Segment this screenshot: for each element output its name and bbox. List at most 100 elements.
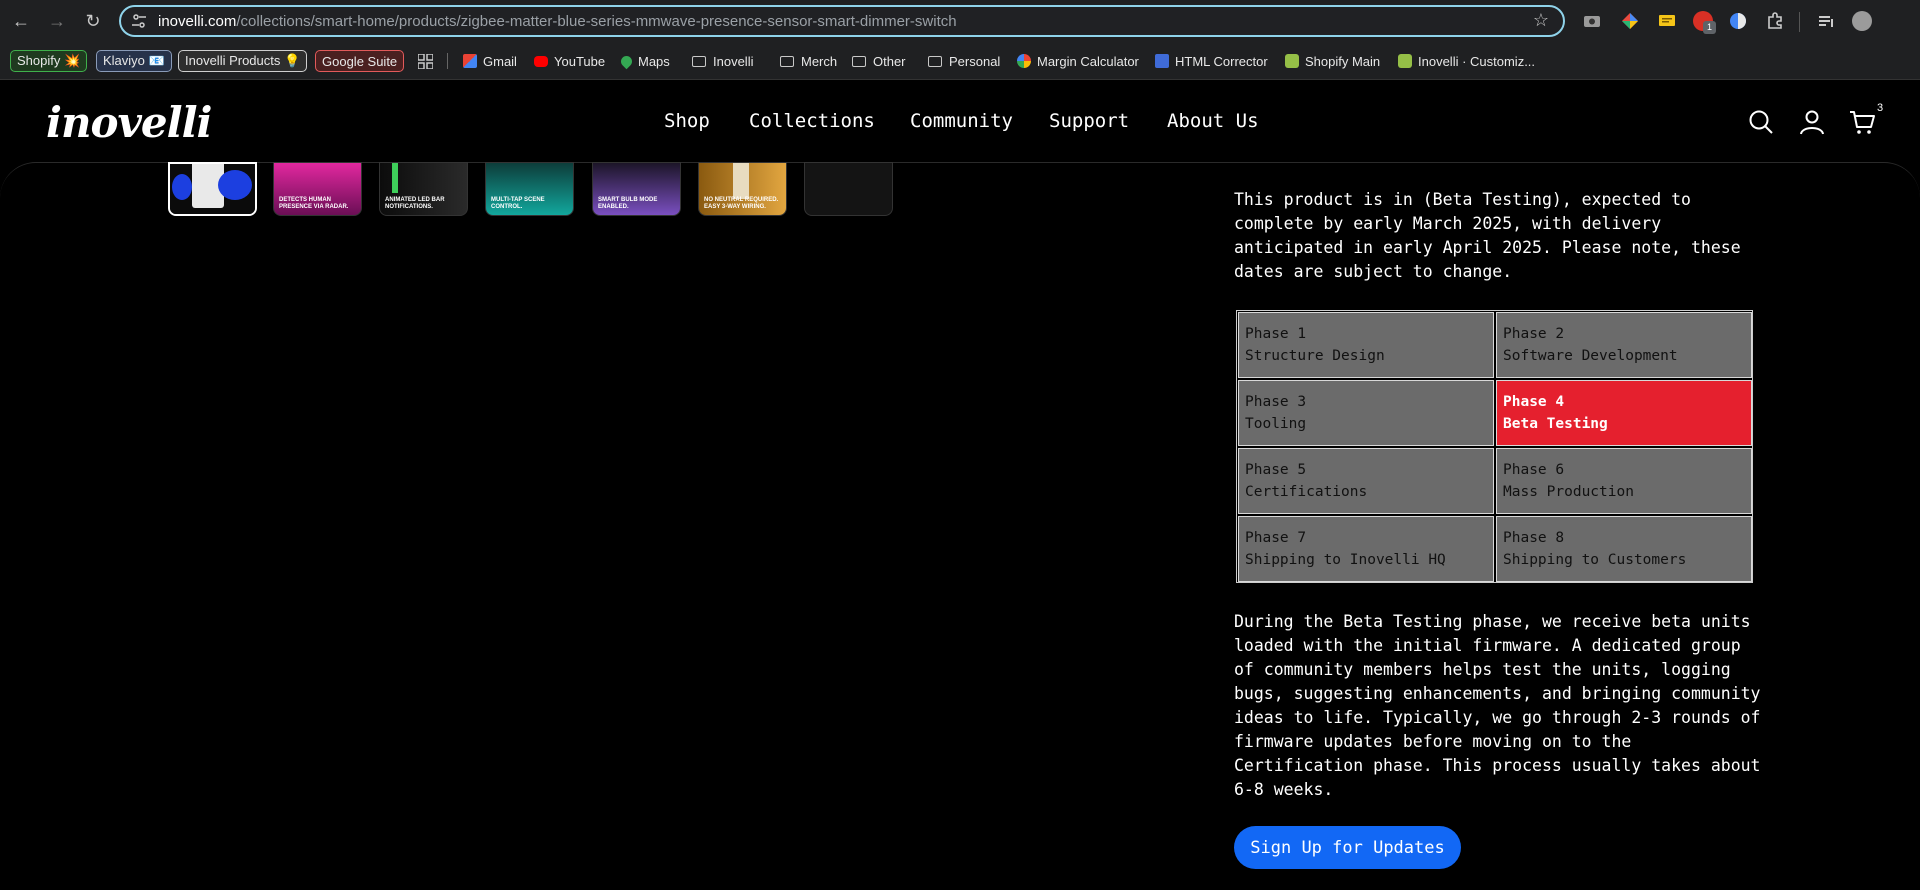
phase-cell-active: Phase 4 Beta Testing <box>1496 380 1752 446</box>
gallery-thumbnail[interactable]: NO NEUTRAL REQUIRED. EASY 3-WAY WIRING. <box>698 162 787 216</box>
thumbnail-caption: MULTI-TAP SCENE CONTROL. <box>491 197 545 210</box>
bookmark-youtube[interactable]: YouTube <box>534 50 605 72</box>
phase-name: Certifications <box>1245 484 1368 500</box>
thumbnail-caption: SMART BULB MODE ENABLED. <box>598 197 658 210</box>
gmail-icon <box>463 54 477 68</box>
inovelli-logo[interactable]: inovelli <box>46 98 212 147</box>
address-bar[interactable]: inovelli.com/collections/smart-home/prod… <box>119 5 1565 37</box>
back-icon[interactable]: ← <box>8 8 34 34</box>
bookmark-label: Inovelli <box>713 53 754 69</box>
phase-number: Phase 6 <box>1503 462 1565 478</box>
bookmark-label: HTML Corrector <box>1175 53 1268 69</box>
bookmarks-divider <box>447 53 448 69</box>
phase-name: Software Development <box>1503 348 1678 364</box>
forward-icon[interactable]: → <box>44 8 70 34</box>
reading-list-icon[interactable] <box>1816 11 1836 31</box>
gallery-thumbnail[interactable]: ANIMATED LED BAR NOTIFICATIONS. <box>379 162 468 216</box>
bookmark-shopify-emoji[interactable]: Shopify 💥 <box>10 50 88 72</box>
sign-up-for-updates-button[interactable]: Sign Up for Updates <box>1234 826 1461 869</box>
cart-count-badge: 3 <box>1877 102 1884 114</box>
extension-globe-icon[interactable] <box>1728 11 1748 31</box>
bookmark-label: Inovelli Products 💡 <box>185 53 301 68</box>
bookmark-label: Shopify Main <box>1305 53 1381 69</box>
bookmark-maps[interactable]: Maps <box>618 50 670 72</box>
camera-icon[interactable] <box>1582 11 1602 31</box>
phase-cell: Phase 8 Shipping to Customers <box>1496 516 1752 582</box>
phase-cell: Phase 6 Mass Production <box>1496 448 1752 514</box>
bookmark-label: Other <box>873 53 906 69</box>
phase-cell: Phase 5 Certifications <box>1238 448 1494 514</box>
google-icon <box>1017 54 1031 68</box>
bookmark-inovelli-products[interactable]: Inovelli Products 💡 <box>178 50 308 72</box>
bookmark-margin-calculator[interactable]: Margin Calculator <box>1017 50 1139 72</box>
extension-badge: 1 <box>1703 21 1716 34</box>
toolbar-divider <box>1799 12 1800 32</box>
search-icon[interactable] <box>1747 108 1775 136</box>
phase-cell: Phase 2 Software Development <box>1496 312 1752 378</box>
shopify-icon <box>1285 54 1299 68</box>
bookmark-google-suite[interactable]: Google Suite <box>315 50 405 72</box>
bookmark-label: Maps <box>638 53 670 69</box>
reload-icon[interactable]: ↻ <box>80 8 106 34</box>
url-text: inovelli.com/collections/smart-home/prod… <box>158 13 957 30</box>
gallery-thumbnail[interactable]: MULTI-TAP SCENE CONTROL. <box>485 162 574 216</box>
cart-icon[interactable] <box>1848 108 1876 136</box>
maps-icon <box>618 53 635 69</box>
nav-shop[interactable]: Shop <box>664 110 710 132</box>
profile-avatar-icon[interactable] <box>1852 11 1872 31</box>
gallery-thumbnail[interactable] <box>168 162 257 216</box>
phase-number: Phase 1 <box>1245 326 1307 342</box>
notes-extension-icon[interactable] <box>1657 11 1677 31</box>
bookmark-inovelli-customize[interactable]: Inovelli · Customiz... <box>1398 50 1535 72</box>
phase-name: Tooling <box>1245 416 1307 432</box>
gallery-thumbnail[interactable]: DETECTS HUMAN PRESENCE VIA RADAR. <box>273 162 362 216</box>
bookmark-label: Inovelli · Customiz... <box>1418 53 1536 69</box>
nav-support[interactable]: Support <box>1049 110 1129 132</box>
bookmark-label: Personal <box>949 53 1001 69</box>
bookmark-label: Margin Calculator <box>1037 53 1139 69</box>
phase-number: Phase 8 <box>1503 530 1565 546</box>
bookmark-star-icon[interactable]: ☆ <box>1533 10 1549 31</box>
phase-number: Phase 4 <box>1503 394 1565 410</box>
bookmark-shopify-main[interactable]: Shopify Main <box>1285 50 1380 72</box>
site-settings-icon[interactable] <box>131 13 147 29</box>
thumbnail-caption: NO NEUTRAL REQUIRED. EASY 3-WAY WIRING. <box>704 197 779 210</box>
gallery-thumbnail[interactable] <box>804 162 893 216</box>
bookmark-folder-personal[interactable]: Personal <box>928 50 1000 72</box>
color-picker-extension-icon[interactable] <box>1620 11 1640 31</box>
phase-name: Mass Production <box>1503 484 1634 500</box>
bookmarks-bar: Shopify 💥 Klaviyo 📧 Inovelli Products 💡 … <box>0 44 1920 80</box>
phase-name: Shipping to Inovelli HQ <box>1245 552 1446 568</box>
gallery-thumbnail[interactable]: SMART BULB MODE ENABLED. <box>592 162 681 216</box>
url-host: inovelli.com <box>158 13 237 30</box>
thumbnail-caption: DETECTS HUMAN PRESENCE VIA RADAR. <box>279 197 349 210</box>
bookmark-klaviyo[interactable]: Klaviyo 📧 <box>96 50 172 72</box>
bookmark-folder-inovelli[interactable]: Inovelli <box>692 50 753 72</box>
phase-name: Shipping to Customers <box>1503 552 1687 568</box>
youtube-icon <box>534 55 548 67</box>
nav-about-us[interactable]: About Us <box>1167 110 1259 132</box>
account-icon[interactable] <box>1798 108 1826 136</box>
phase-cell: Phase 7 Shipping to Inovelli HQ <box>1238 516 1494 582</box>
bookmark-label: Google Suite <box>322 53 398 69</box>
extensions-puzzle-icon[interactable] <box>1765 11 1785 31</box>
bookmark-label: Shopify 💥 <box>17 53 81 68</box>
phase-number: Phase 2 <box>1503 326 1565 342</box>
phase-name: Structure Design <box>1245 348 1385 364</box>
bookmark-gmail[interactable]: Gmail <box>463 50 517 72</box>
bookmark-label: Merch <box>801 53 838 69</box>
thumbnail-caption: ANIMATED LED BAR NOTIFICATIONS. <box>385 197 445 210</box>
apps-grid-icon[interactable] <box>418 54 433 69</box>
nav-community[interactable]: Community <box>910 110 1013 132</box>
bookmark-html-corrector[interactable]: HTML Corrector <box>1155 50 1268 72</box>
bookmark-folder-merch[interactable]: Merch <box>780 50 837 72</box>
browser-toolbar: ← → ↻ inovelli.com/collections/smart-hom… <box>0 0 1920 44</box>
folder-icon <box>780 55 794 67</box>
phase-number: Phase 7 <box>1245 530 1307 546</box>
shopify-icon <box>1398 54 1412 68</box>
phase-cell: Phase 1 Structure Design <box>1238 312 1494 378</box>
folder-icon <box>852 55 866 67</box>
nav-collections[interactable]: Collections <box>749 110 875 132</box>
folder-icon <box>928 55 942 67</box>
bookmark-folder-other[interactable]: Other <box>852 50 906 72</box>
